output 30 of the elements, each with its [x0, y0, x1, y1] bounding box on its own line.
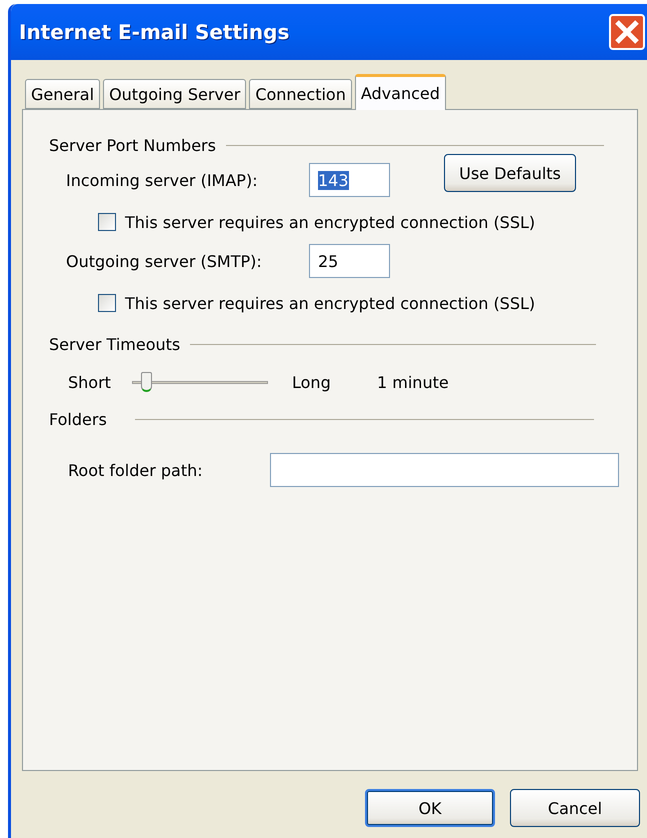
close-button[interactable] — [609, 14, 645, 50]
tab[interactable]: Outgoing Server — [103, 79, 246, 109]
group-heading: Server Timeouts — [49, 335, 180, 354]
ssl-label: This server requires an encrypted connection (SSL) — [125, 212, 536, 232]
close-icon — [614, 19, 640, 45]
slider-min-label: Short — [68, 372, 112, 392]
slider-thumb[interactable] — [140, 372, 152, 392]
group-heading: Folders — [49, 410, 107, 429]
port-field[interactable]: 143 — [309, 163, 390, 197]
dialog-button[interactable]: OK — [365, 789, 495, 827]
timeout-slider[interactable] — [132, 371, 268, 393]
timeout-reading: 1 minute — [377, 372, 449, 392]
port-value: 25 — [318, 252, 338, 270]
port-field[interactable]: 25 — [309, 244, 390, 278]
port-value: 143 — [318, 170, 349, 190]
tab[interactable]: Connection — [249, 79, 352, 109]
port-label: Outgoing server (SMTP): — [66, 252, 263, 270]
tab[interactable]: General — [25, 79, 100, 109]
tab[interactable]: Advanced — [354, 74, 446, 110]
group-heading: Server Port Numbers — [49, 136, 216, 155]
dialog-button[interactable]: Cancel — [510, 789, 640, 827]
root-folder-field[interactable] — [270, 453, 619, 487]
slider-max-label: Long — [292, 372, 332, 392]
port-label: Incoming server (IMAP): — [66, 170, 259, 190]
ssl-checkbox[interactable] — [98, 294, 116, 312]
ssl-label: This server requires an encrypted connection (SSL) — [125, 294, 536, 312]
ssl-checkbox[interactable] — [98, 213, 116, 231]
use-defaults-button[interactable]: Use Defaults — [444, 154, 576, 192]
window-title: Internet E-mail Settings — [19, 20, 290, 44]
root-folder-label: Root folder path: — [68, 460, 204, 480]
